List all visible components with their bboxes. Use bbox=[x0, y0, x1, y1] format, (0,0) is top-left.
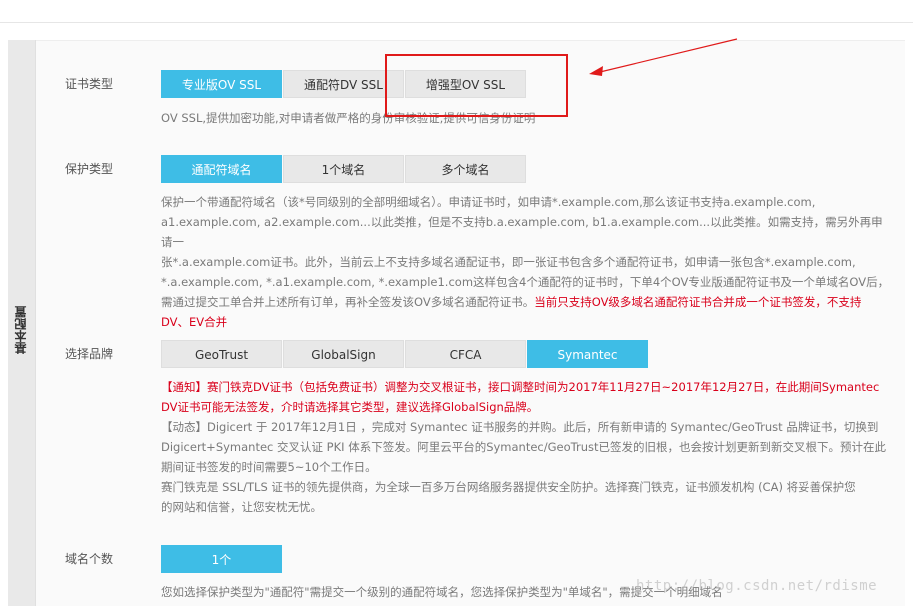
protect-type-option-single[interactable]: 1个域名 bbox=[283, 155, 404, 183]
cert-type-option-wildcard-dv[interactable]: 通配符DV SSL bbox=[283, 70, 404, 98]
protect-type-option-multi[interactable]: 多个域名 bbox=[405, 155, 526, 183]
brand-desc: 【通知】赛门铁克DV证书（包括免费证书）调整为交叉根证书，接口调整时间为2017… bbox=[161, 377, 891, 517]
cert-type-option-pro-ov[interactable]: 专业版OV SSL bbox=[161, 70, 282, 98]
domain-count-selector: 1个 bbox=[161, 545, 283, 573]
protect-desc-line: 张*.a.example.com证书。此外，当前云上不支持多域名通配证书，即一张… bbox=[161, 255, 856, 269]
protect-desc-line: 保护一个带通配符域名（该*号同级别的全部明细域名）。申请证书时，如申请*.exa… bbox=[161, 195, 816, 209]
page: 基本配置 证书类型 专业版OV SSL 通配符DV SSL 增强型OV SSL … bbox=[0, 0, 913, 606]
protect-type-label: 保护类型 bbox=[65, 162, 114, 176]
brand-news-line: 【动态】Digicert 于 2017年12月1日 ，完成对 Symantec … bbox=[161, 420, 879, 434]
cert-type-label: 证书类型 bbox=[65, 77, 114, 91]
protect-type-desc: 保护一个带通配符域名（该*号同级别的全部明细域名）。申请证书时，如申请*.exa… bbox=[161, 192, 891, 332]
domain-count-label: 域名个数 bbox=[65, 552, 114, 566]
brand-notice-line: 【通知】赛门铁克DV证书（包括免费证书）调整为交叉根证书，接口调整时间为2017… bbox=[161, 380, 880, 394]
watermark: http://blog.csdn.net/rdisme bbox=[636, 578, 878, 594]
protect-desc-line: *.a.example.com, *.a1.example.com, *.exa… bbox=[161, 275, 890, 289]
protect-desc-warning-2: DV、EV合并 bbox=[161, 315, 228, 329]
brand-news-line: Digicert+Symantec 交叉认证 PKI 体系下签发。阿里云平台的S… bbox=[161, 440, 886, 454]
cert-type-desc: OV SSL,提供加密功能,对申请者做严格的身份审核验证,提供可信身份证明 bbox=[161, 111, 536, 125]
brand-option-globalsign[interactable]: GlobalSign bbox=[283, 340, 404, 368]
brand-option-cfca[interactable]: CFCA bbox=[405, 340, 526, 368]
brand-about-line: 赛门铁克是 SSL/TLS 证书的领先提供商，为全球一百多万台网络服务器提供安全… bbox=[161, 480, 856, 494]
domain-count-option[interactable]: 1个 bbox=[161, 545, 282, 573]
brand-news-line: 期间证书签发的时间需要5~10个工作日。 bbox=[161, 460, 377, 474]
brand-option-symantec[interactable]: Symantec bbox=[527, 340, 648, 368]
brand-notice-line: DV证书可能无法签发，介时请选择其它类型，建议选择GlobalSign品牌。 bbox=[161, 400, 539, 414]
protect-type-option-wildcard[interactable]: 通配符域名 bbox=[161, 155, 282, 183]
protect-desc-warning: 当前只支持OV级多域名通配符证书合并成一个证书签发，不支持 bbox=[534, 295, 862, 309]
brand-label: 选择品牌 bbox=[65, 347, 114, 361]
brand-selector: GeoTrust GlobalSign CFCA Symantec bbox=[161, 340, 649, 368]
cert-type-selector: 专业版OV SSL 通配符DV SSL 增强型OV SSL bbox=[161, 70, 527, 98]
brand-about-line: 的网站和信誉，让您安枕无忧。 bbox=[161, 500, 322, 514]
protect-desc-line: 需通过提交工单合并上述所有订单，再补全签发该OV多域名通配符证书。当前只支持OV… bbox=[161, 292, 891, 312]
protect-type-selector: 通配符域名 1个域名 多个域名 bbox=[161, 155, 527, 183]
side-tab-label: 基本配置 bbox=[14, 306, 28, 354]
cert-type-option-enhanced-ov[interactable]: 增强型OV SSL bbox=[405, 70, 526, 98]
top-bar bbox=[0, 0, 913, 23]
protect-desc-line: a1.example.com, a2.example.com...以此类推，但是… bbox=[161, 215, 883, 249]
protect-desc-normal: 需通过提交工单合并上述所有订单，再补全签发该OV多域名通配符证书。 bbox=[161, 295, 535, 309]
brand-option-geotrust[interactable]: GeoTrust bbox=[161, 340, 282, 368]
